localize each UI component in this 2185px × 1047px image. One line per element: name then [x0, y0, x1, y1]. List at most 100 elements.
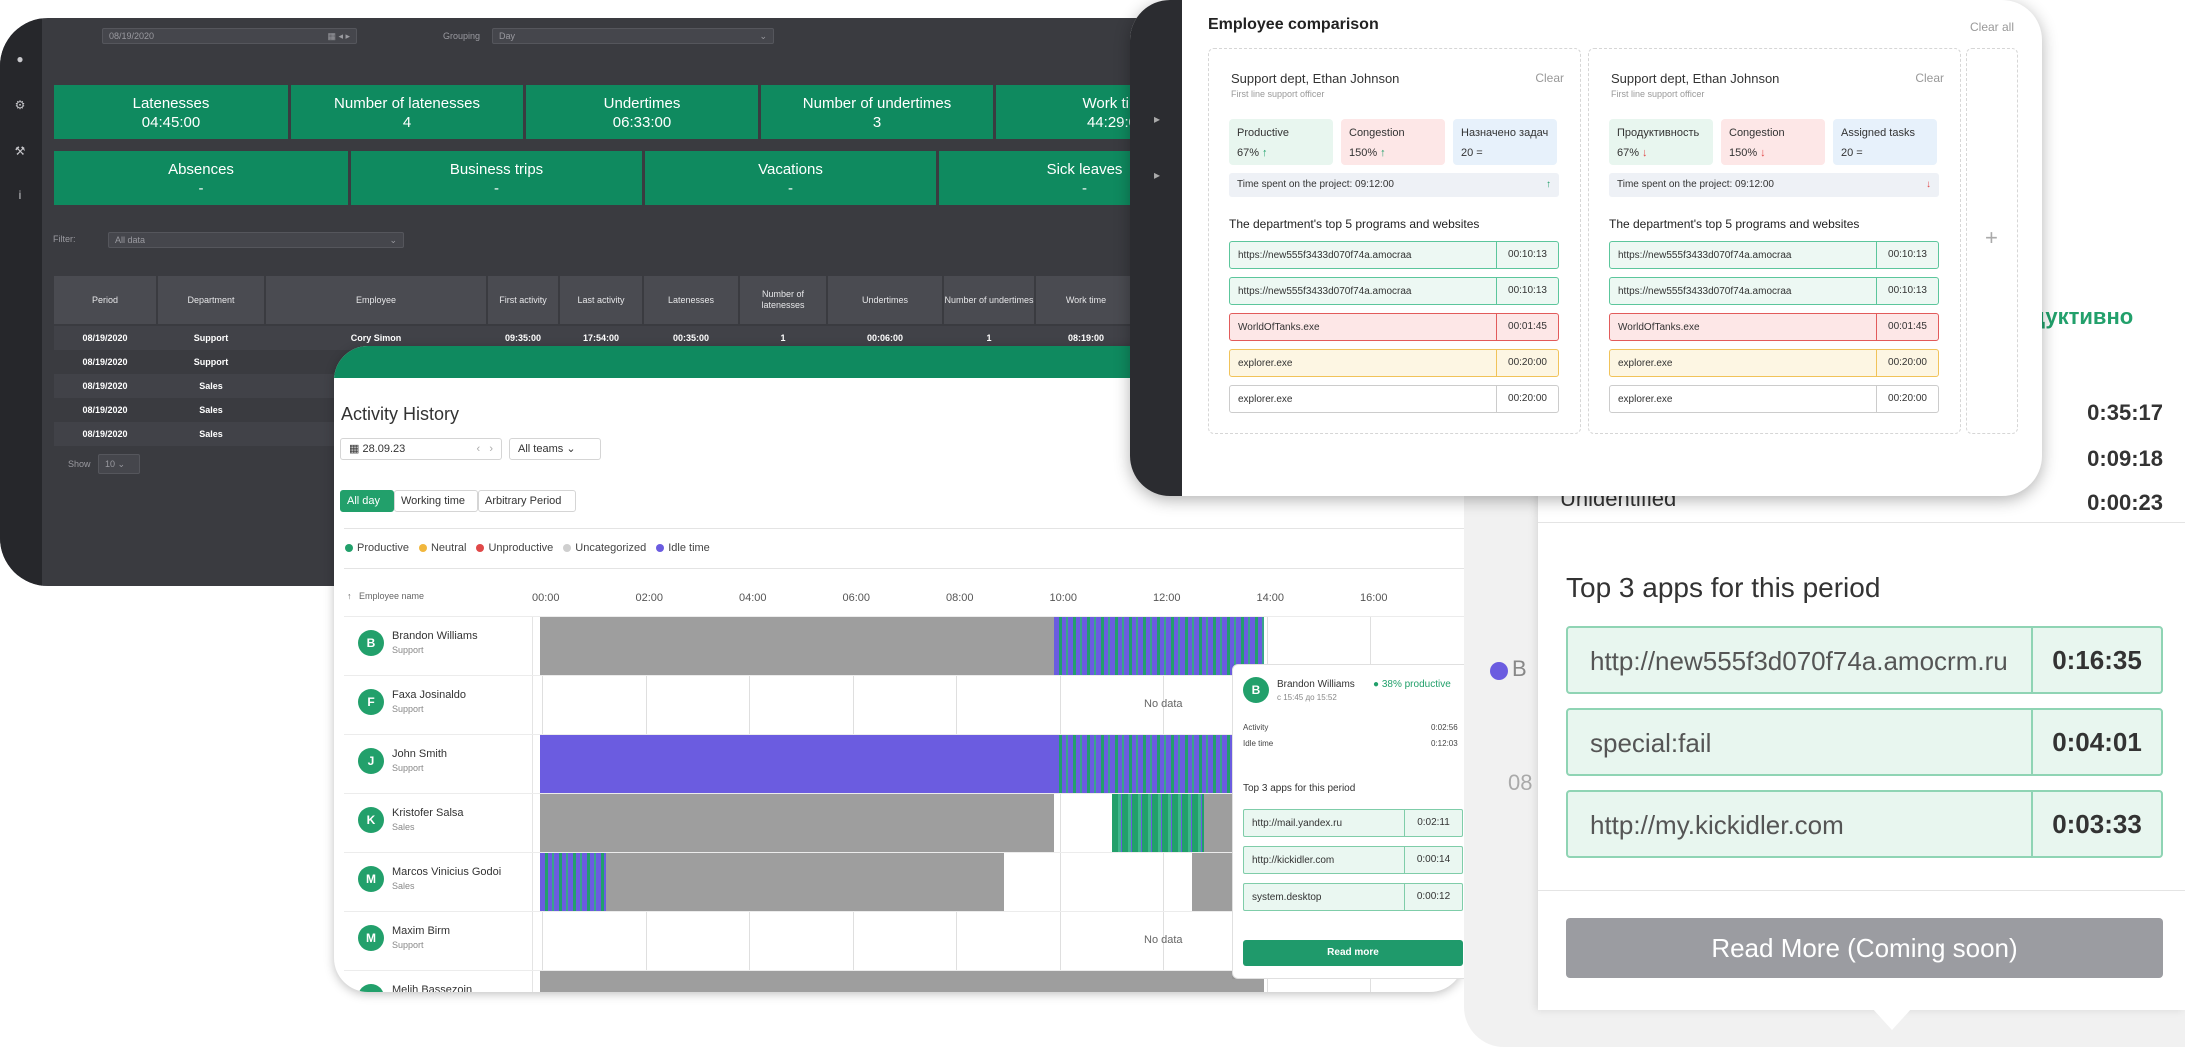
- tile-value: 4: [402, 114, 412, 131]
- time-value-3: 0:00:23: [2087, 490, 2163, 515]
- column-header[interactable]: Period: [54, 276, 156, 324]
- avatar: J: [358, 748, 384, 774]
- users-icon[interactable]: ⚙: [13, 98, 27, 112]
- column-divider: [532, 912, 533, 971]
- legend-dot-icon: [656, 544, 665, 553]
- tile-label: Vacations: [758, 161, 823, 178]
- column-header[interactable]: Work time: [1036, 276, 1136, 324]
- legend-item: Uncategorized: [563, 542, 646, 554]
- date-nav-arrows[interactable]: ‹ ›: [477, 439, 494, 459]
- calendar-icon[interactable]: ▦ ◂ ▸: [327, 29, 350, 43]
- divider: [1538, 890, 2185, 891]
- column-header[interactable]: Number of undertimes: [944, 276, 1034, 324]
- idle-value: 0:12:03: [1431, 739, 1458, 748]
- program-row: explorer.exe 00:20:00: [1609, 385, 1939, 413]
- time-label: 08:00: [946, 592, 974, 604]
- tile-label: Number of undertimes: [802, 95, 952, 112]
- metric-value: 20: [1841, 147, 1854, 159]
- avatar: B: [1243, 677, 1269, 703]
- table-cell: 00:06:00: [866, 333, 904, 343]
- trend-arrow-icon: ↑: [1262, 147, 1268, 159]
- chevron-down-icon: ⌄: [389, 235, 397, 245]
- legend-dot-icon: [563, 544, 572, 553]
- metric-value-row: 20 =: [1461, 147, 1549, 159]
- summary-tile: Business trips -: [351, 151, 642, 205]
- clear-button[interactable]: Clear: [1915, 71, 1944, 85]
- activity-bar[interactable]: [540, 853, 606, 912]
- clear-all-button[interactable]: Clear all: [1970, 20, 2014, 34]
- date-input[interactable]: 08/19/2020 ▦ ◂ ▸: [102, 28, 357, 44]
- metric-value-row: 20 =: [1841, 147, 1929, 159]
- tooltip-range: с 15:45 до 15:52: [1277, 693, 1337, 702]
- activity-bar[interactable]: [540, 794, 1054, 853]
- page-size-value: 10: [105, 459, 116, 469]
- filter-select[interactable]: All data ⌄: [108, 232, 404, 248]
- metric-value-row: 150% ↓: [1729, 147, 1817, 159]
- next-icon[interactable]: ▸: [1154, 168, 1160, 182]
- app-row: http://new555f3d070f74a.amocrm.ru 0:16:35: [1566, 626, 2163, 694]
- clear-button[interactable]: Clear: [1535, 71, 1564, 85]
- app-row: system.desktop 0:00:12: [1243, 883, 1463, 911]
- program-time: 00:01:45: [1876, 314, 1938, 340]
- column-header[interactable]: Last activity: [560, 276, 642, 324]
- metric-value: 150%: [1349, 147, 1378, 159]
- column-header[interactable]: Number of latenesses: [740, 276, 826, 324]
- plus-icon[interactable]: +: [1985, 225, 1998, 251]
- trend-arrow-icon: =: [1856, 147, 1863, 159]
- time-label: 12:00: [1153, 592, 1181, 604]
- program-name: https://new555f3433d070f74a.amocraa: [1238, 286, 1412, 297]
- divider: [344, 528, 1464, 529]
- add-panel[interactable]: +: [1966, 48, 2018, 434]
- background-fragment: B: [1512, 656, 1527, 681]
- column-header[interactable]: Employee: [266, 276, 486, 324]
- user-icon[interactable]: ●: [13, 52, 27, 66]
- column-header[interactable]: Undertimes: [828, 276, 942, 324]
- metric-label: Продуктивность: [1617, 127, 1700, 139]
- metric-card: Congestion 150% ↓: [1721, 119, 1825, 165]
- teams-select[interactable]: All teams ⌄: [509, 438, 601, 460]
- read-more-button[interactable]: Read more: [1243, 940, 1463, 966]
- activity-bar[interactable]: [540, 735, 1054, 794]
- legend-dot-icon: [345, 544, 353, 553]
- panel-subtitle: First line support officer: [1611, 89, 1705, 99]
- period-tab[interactable]: Arbitrary Period: [478, 490, 576, 512]
- info-icon[interactable]: i: [13, 188, 27, 202]
- summary-tile: Number of latenesses 4: [291, 85, 523, 139]
- tile-label: Undertimes: [603, 95, 681, 112]
- prev-icon[interactable]: ▸: [1154, 112, 1160, 126]
- activity-bar[interactable]: [540, 617, 1054, 676]
- app-name: http://my.kickidler.com: [1590, 810, 1844, 840]
- activity-bar[interactable]: [540, 971, 1264, 992]
- period-tab[interactable]: All day: [340, 490, 394, 512]
- column-divider: [532, 617, 533, 676]
- activity-value: 0:02:56: [1431, 723, 1458, 732]
- program-row: explorer.exe 00:20:00: [1609, 349, 1939, 377]
- column-divider: [532, 794, 533, 853]
- column-header[interactable]: Department: [158, 276, 264, 324]
- comparison-panel: Support dept, Ethan Johnson First line su…: [1588, 48, 1961, 434]
- date-picker[interactable]: ▦ 28.09.23 ‹ ›: [340, 438, 502, 460]
- employee-name: Maxim Birm: [392, 925, 451, 937]
- legend-item: Productive: [345, 542, 409, 554]
- table-cell: 08/19/2020: [82, 405, 128, 415]
- background-number: 08: [1508, 770, 1533, 795]
- metric-label: Congestion: [1349, 127, 1405, 139]
- employee-dept: Sales: [392, 822, 415, 832]
- wrench-icon[interactable]: ⚒: [13, 144, 27, 158]
- program-time: 00:20:00: [1496, 350, 1558, 376]
- page-size-select[interactable]: 10 ⌄: [98, 454, 140, 474]
- table-cell: 17:54:00: [582, 333, 620, 343]
- read-more-button[interactable]: Read More (Coming soon): [1566, 918, 2163, 978]
- column-header[interactable]: Latenesses: [644, 276, 738, 324]
- time-label: 00:00: [532, 592, 560, 604]
- grouping-select[interactable]: Day ⌄: [492, 28, 774, 44]
- comparison-sidebar: ▸ ▸: [1130, 0, 1182, 496]
- app-name: special:fail: [1590, 728, 1712, 758]
- period-tab[interactable]: Working time: [394, 490, 478, 512]
- metric-value: 67%: [1617, 147, 1640, 159]
- activity-bar[interactable]: [540, 853, 1004, 912]
- column-header[interactable]: First activity: [488, 276, 558, 324]
- metric-value: 67%: [1237, 147, 1260, 159]
- employee-column-header[interactable]: ↑ Employee name: [347, 591, 424, 601]
- tile-value: -: [494, 180, 499, 197]
